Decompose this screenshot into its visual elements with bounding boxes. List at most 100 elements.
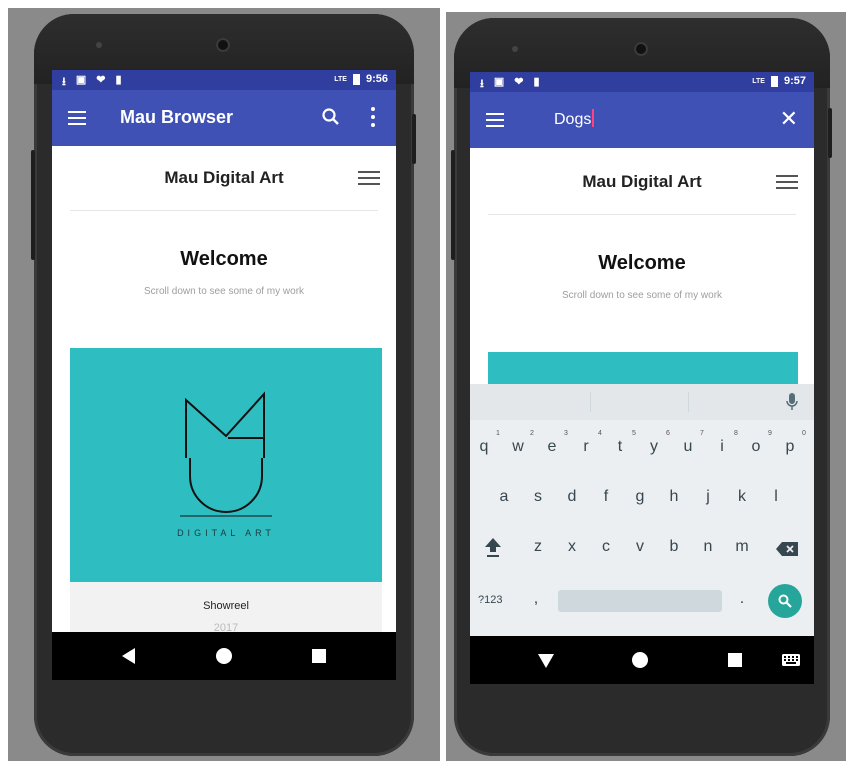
key-x[interactable]: x <box>560 538 584 556</box>
search-icon <box>778 594 792 608</box>
microphone-icon[interactable] <box>786 393 798 411</box>
key-w[interactable]: w <box>506 438 530 456</box>
welcome-subtitle: Scroll down to see some of my work <box>143 286 305 297</box>
close-search-icon[interactable]: ✕ <box>780 108 798 130</box>
screen-left: ⭳ ▣ ❤ ▮ LTE 9:56 Mau Browser Mau Digital… <box>52 70 396 680</box>
key-c[interactable]: c <box>594 538 618 556</box>
key-hint-2: 2 <box>530 430 534 437</box>
showreel-thumbnail[interactable]: DIGITAL ART <box>70 348 382 582</box>
hide-keyboard-icon[interactable] <box>538 654 554 668</box>
power-button <box>828 108 832 158</box>
mau-logo-icon <box>180 391 272 517</box>
sensor-dot <box>512 46 518 52</box>
key-hint-4: 4 <box>598 430 602 437</box>
recents-icon[interactable] <box>312 649 326 663</box>
nav-bar <box>52 632 396 680</box>
header-divider <box>70 210 378 211</box>
key-i[interactable]: i <box>710 438 734 456</box>
back-icon[interactable] <box>122 648 136 664</box>
phone-right: ⭳ ▣ ❤ ▮ LTE 9:57 Dogs ✕ Mau Digital Art … <box>454 18 832 756</box>
keyboard-switch-icon[interactable] <box>782 654 800 666</box>
status-bar: ⭳ ▣ ❤ ▮ LTE 9:56 <box>52 70 396 90</box>
key-u[interactable]: u <box>676 438 700 456</box>
key-f[interactable]: f <box>594 488 618 506</box>
key-z[interactable]: z <box>526 538 550 556</box>
space-bar[interactable] <box>558 590 722 612</box>
front-camera <box>216 38 230 52</box>
key-j[interactable]: j <box>696 488 720 506</box>
key-b[interactable]: b <box>662 538 686 556</box>
welcome-subtitle: Scroll down to see some of my work <box>561 290 723 301</box>
logo-caption: DIGITAL ART <box>177 528 275 538</box>
search-go-button[interactable] <box>768 584 802 618</box>
key-hint-3: 3 <box>564 430 568 437</box>
symbols-key[interactable]: ?123 <box>478 594 502 606</box>
battery-icon <box>352 73 360 85</box>
backspace-icon[interactable] <box>776 542 798 556</box>
key-y[interactable]: y <box>642 438 666 456</box>
screen-right: ⭳ ▣ ❤ ▮ LTE 9:57 Dogs ✕ Mau Digital Art … <box>470 72 814 684</box>
lte-signal-icon: LTE <box>752 77 765 85</box>
key-s[interactable]: s <box>526 488 550 506</box>
key-p[interactable]: p <box>778 438 802 456</box>
key-n[interactable]: n <box>696 538 720 556</box>
soft-keyboard: q w e r t y u i o p 1 2 3 4 5 6 7 8 9 0 <box>470 384 814 636</box>
key-h[interactable]: h <box>662 488 686 506</box>
key-period[interactable]: . <box>730 590 754 608</box>
text-cursor <box>592 109 595 127</box>
site-title[interactable]: Mau Digital Art <box>52 168 396 188</box>
search-query: Dogs <box>554 111 592 128</box>
search-icon[interactable] <box>320 106 342 128</box>
key-g[interactable]: g <box>628 488 652 506</box>
welcome-heading: Welcome <box>598 252 686 274</box>
key-d[interactable]: d <box>560 488 584 506</box>
more-options-icon[interactable] <box>370 107 376 127</box>
key-t[interactable]: t <box>608 438 632 456</box>
key-r[interactable]: r <box>574 438 598 456</box>
front-camera <box>634 42 648 56</box>
key-q[interactable]: q <box>472 438 496 456</box>
phone-left: ⭳ ▣ ❤ ▮ LTE 9:56 Mau Browser Mau Digital… <box>34 14 416 756</box>
key-comma[interactable]: , <box>524 590 548 608</box>
key-l[interactable]: l <box>764 488 788 506</box>
menu-icon[interactable] <box>68 111 86 125</box>
search-input[interactable]: Dogs <box>554 109 595 129</box>
battery-icon <box>770 75 778 87</box>
key-a[interactable]: a <box>492 488 516 506</box>
key-hint-1: 1 <box>496 430 500 437</box>
site-title[interactable]: Mau Digital Art <box>470 172 814 192</box>
status-bar: ⭳ ▣ ❤ ▮ LTE 9:57 <box>470 72 814 92</box>
home-icon[interactable] <box>632 652 648 668</box>
suggestion-divider <box>688 392 689 412</box>
sensor-dot <box>96 42 102 48</box>
key-m[interactable]: m <box>730 538 754 556</box>
key-e[interactable]: e <box>540 438 564 456</box>
nav-bar <box>470 636 814 684</box>
lte-signal-icon: LTE <box>334 75 347 83</box>
suggestion-divider <box>590 392 591 412</box>
card-title[interactable]: Showreel <box>70 600 382 612</box>
site-menu-icon[interactable] <box>776 175 798 189</box>
key-hint-6: 6 <box>666 430 670 437</box>
key-hint-7: 7 <box>700 430 704 437</box>
welcome-heading: Welcome <box>180 248 268 270</box>
status-time: 9:56 <box>365 73 388 85</box>
menu-icon[interactable] <box>486 113 504 127</box>
key-hint-5: 5 <box>632 430 636 437</box>
key-hint-0: 0 <box>802 430 806 437</box>
status-time: 9:57 <box>783 75 806 87</box>
shift-icon[interactable] <box>484 536 502 558</box>
recents-icon[interactable] <box>728 653 742 667</box>
search-app-bar: Dogs ✕ <box>470 92 814 148</box>
key-hint-9: 9 <box>768 430 772 437</box>
app-title: Mau Browser <box>120 107 234 127</box>
key-k[interactable]: k <box>730 488 754 506</box>
volume-button <box>451 150 455 260</box>
site-menu-icon[interactable] <box>358 171 380 185</box>
home-icon[interactable] <box>216 648 232 664</box>
key-o[interactable]: o <box>744 438 768 456</box>
power-button <box>412 114 416 164</box>
key-v[interactable]: v <box>628 538 652 556</box>
app-bar: Mau Browser <box>52 90 396 146</box>
volume-button <box>31 150 35 260</box>
